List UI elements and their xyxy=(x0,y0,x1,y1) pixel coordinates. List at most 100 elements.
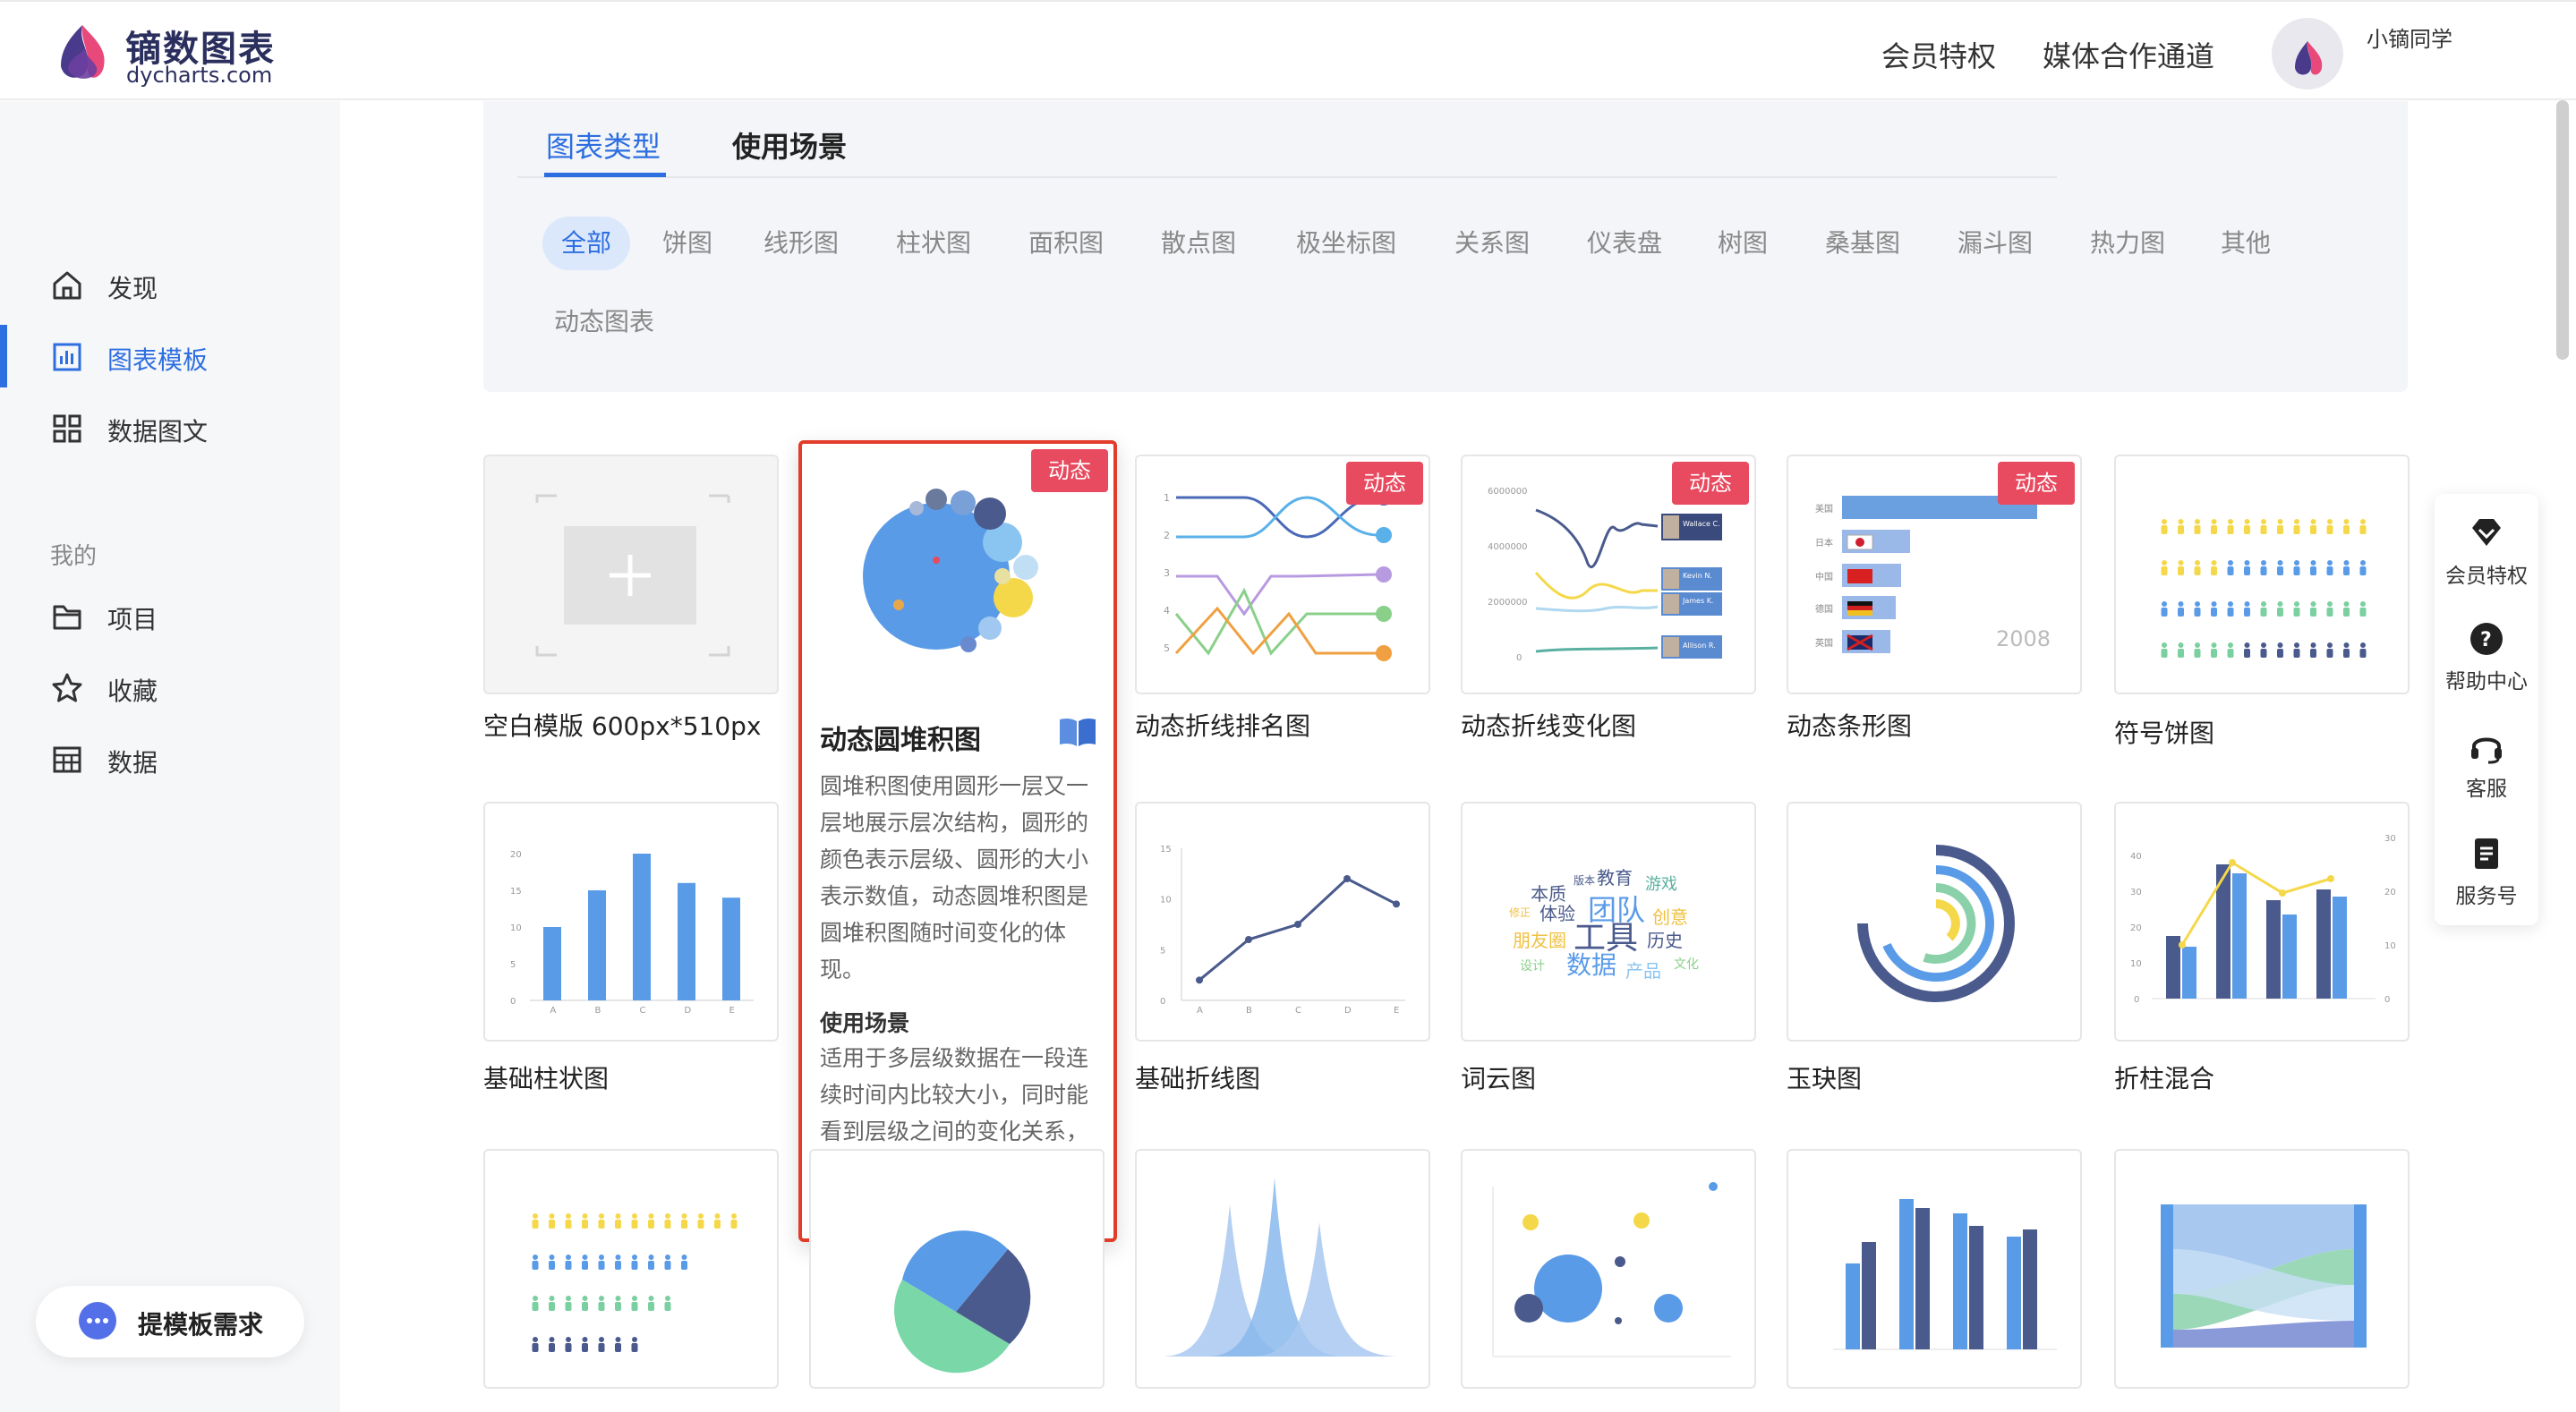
folder-icon xyxy=(53,605,81,630)
card-title[interactable]: 玉玦图 xyxy=(1787,1059,1862,1095)
sidebar-item-projects[interactable]: 项目 xyxy=(0,584,340,647)
word: 体验 xyxy=(1540,903,1575,924)
person-symbol xyxy=(2277,601,2283,617)
template-card-grouped-bar[interactable] xyxy=(1787,1149,2082,1389)
sidebar-item-label: 收藏 xyxy=(107,676,158,706)
popup-description: 圆堆积图使用圆形一层又一层地展示层次结构，圆形的颜色表示层级、圆形的大小表示数值… xyxy=(820,773,1089,982)
template-card-dynamic-line-change[interactable]: 6000000 4000000 2000000 0 Wallace C. Kev… xyxy=(1461,455,1756,694)
y-tick-label: 5 xyxy=(510,960,516,970)
card-title[interactable]: 符号饼图 xyxy=(2114,714,2214,750)
template-card-bubble[interactable] xyxy=(1461,1149,1756,1389)
header-link-media[interactable]: 媒体合作通道 xyxy=(2043,34,2214,75)
sidebar-item-favorites[interactable]: 收藏 xyxy=(0,656,340,719)
person-symbol xyxy=(648,1296,654,1311)
person-symbol xyxy=(2161,601,2168,617)
category-chip-line[interactable]: 线形图 xyxy=(752,217,850,270)
float-item-membership[interactable]: 会员特权 xyxy=(2435,501,2538,591)
book-icon[interactable] xyxy=(1056,714,1099,750)
sidebar-item-data-graphics[interactable]: 数据图文 xyxy=(0,396,340,459)
template-card-word-cloud[interactable]: 本质 教育 游戏 体验 团队 创意 朋友圈 工具 历史 设计 数据 产品 文化 … xyxy=(1461,802,1756,1042)
category-chip-funnel[interactable]: 漏斗图 xyxy=(1946,217,2044,270)
tab-chart-type[interactable]: 图表类型 xyxy=(546,124,661,166)
template-card-sankey[interactable] xyxy=(2114,1149,2410,1389)
category-chip-pie[interactable]: 饼图 xyxy=(644,217,730,270)
template-card-pie[interactable] xyxy=(809,1149,1105,1389)
sidebar-item-label: 数据图文 xyxy=(107,417,209,447)
request-template-button[interactable]: 提模板需求 xyxy=(36,1286,304,1357)
area-thumbnail xyxy=(1164,1178,1396,1357)
y-tick-label: 15 xyxy=(1160,845,1172,855)
sidebar-item-discover[interactable]: 发现 xyxy=(0,253,340,316)
data-point xyxy=(1343,875,1351,882)
person-symbol xyxy=(2244,560,2250,575)
category-chip-bar[interactable]: 柱状图 xyxy=(884,217,983,270)
card-title[interactable]: 基础折线图 xyxy=(1135,1059,1260,1095)
category-chip-area[interactable]: 面积图 xyxy=(1017,217,1115,270)
template-card-symbol-bar[interactable] xyxy=(483,1149,779,1389)
person-symbol xyxy=(664,1296,671,1311)
template-card-dynamic-line-rank[interactable]: 1 2 3 4 5 动态 xyxy=(1135,455,1430,694)
dynamic-badge: 动态 xyxy=(1346,462,1423,505)
person-symbol xyxy=(681,1255,687,1270)
card-title[interactable]: 动态折线变化图 xyxy=(1461,707,1636,743)
x-tick-label: D xyxy=(1344,1006,1352,1016)
template-card-jade-ring[interactable] xyxy=(1787,802,2082,1042)
person-symbol xyxy=(631,1213,638,1229)
avatar[interactable] xyxy=(2272,18,2343,89)
category-chip-sankey[interactable]: 桑基图 xyxy=(1813,217,1912,270)
category-chip-heatmap[interactable]: 热力图 xyxy=(2078,217,2177,270)
person-symbol xyxy=(2293,642,2300,658)
person-symbol xyxy=(615,1255,621,1270)
country-label: 英国 xyxy=(1815,637,1833,649)
y-tick-label: 0 xyxy=(1160,997,1165,1007)
data-point xyxy=(1393,900,1400,908)
x-tick-label: C xyxy=(640,1006,646,1016)
person-symbol xyxy=(664,1213,671,1229)
sidebar-item-data[interactable]: 数据 xyxy=(0,727,340,790)
template-card-basic-bar[interactable]: 0 5 10 15 20 A B C D E xyxy=(483,802,779,1042)
card-title[interactable]: 词云图 xyxy=(1461,1059,1536,1095)
logo-mark-icon xyxy=(61,25,105,79)
template-card-dynamic-bar[interactable]: 美国 日本 中国 德国 英国 2008 动态 xyxy=(1787,455,2082,694)
headset-icon xyxy=(2471,737,2502,764)
template-card-blank[interactable] xyxy=(483,455,779,694)
y-tick-label: 5 xyxy=(1160,946,1165,956)
template-card-symbol-pie[interactable] xyxy=(2114,455,2410,694)
category-chip-other[interactable]: 其他 xyxy=(2209,217,2282,270)
template-card-line-bar-mixed[interactable]: 0 10 20 30 40 0 10 20 30 xyxy=(2114,802,2410,1042)
template-card-area[interactable] xyxy=(1135,1149,1430,1389)
template-card-popup-circle-packing[interactable]: 动态 动态圆堆积图 圆堆积图使用圆形一层又一层地展示层次结构，圆形的颜色表示层级… xyxy=(798,440,1117,1242)
template-card-basic-line[interactable]: 0 5 10 15 A B C D E xyxy=(1135,802,1430,1042)
username[interactable]: 小镝同学 xyxy=(2367,21,2452,53)
card-title[interactable]: 折柱混合 xyxy=(2114,1059,2214,1095)
category-chip-polar[interactable]: 极坐标图 xyxy=(1285,217,1407,270)
category-chip-relation[interactable]: 关系图 xyxy=(1443,217,1541,270)
card-title[interactable]: 基础柱状图 xyxy=(483,1059,609,1095)
person-symbol xyxy=(615,1337,621,1352)
float-item-help[interactable]: ? 帮助中心 xyxy=(2435,607,2538,696)
card-title[interactable]: 动态折线排名图 xyxy=(1135,707,1310,743)
chart-template-icon xyxy=(53,343,81,371)
category-chip-tree[interactable]: 树图 xyxy=(1706,217,1779,270)
float-item-service-account[interactable]: 服务号 xyxy=(2435,821,2538,911)
tab-usage-scenario[interactable]: 使用场景 xyxy=(732,124,847,166)
left-tick: 10 xyxy=(2130,959,2142,969)
person-symbol xyxy=(2194,560,2201,575)
category-chip-gauge[interactable]: 仪表盘 xyxy=(1575,217,1674,270)
logo[interactable]: 镝数图表 dycharts.com xyxy=(52,18,276,89)
header-link-membership[interactable]: 会员特权 xyxy=(1881,34,1996,75)
page-scrollbar[interactable] xyxy=(2556,100,2569,360)
sidebar-item-chart-templates[interactable]: 图表模板 xyxy=(0,325,340,387)
float-item-support[interactable]: 客服 xyxy=(2435,714,2538,804)
word-cloud-thumbnail: 本质 教育 游戏 体验 团队 创意 朋友圈 工具 历史 设计 数据 产品 文化 … xyxy=(1509,867,1699,982)
category-chip-scatter[interactable]: 散点图 xyxy=(1149,217,1248,270)
y-tick-label: 20 xyxy=(510,850,522,860)
category-chip-all[interactable]: 全部 xyxy=(542,217,630,270)
card-title[interactable]: 空白模版 600px*510px xyxy=(483,707,761,743)
person-symbol xyxy=(2211,601,2217,617)
x-tick-label: E xyxy=(1394,1006,1399,1016)
person-symbol xyxy=(2326,642,2333,658)
card-title[interactable]: 动态条形图 xyxy=(1787,707,1912,743)
person-symbol xyxy=(2293,601,2300,617)
category-chip-dynamic[interactable]: 动态图表 xyxy=(542,295,666,349)
